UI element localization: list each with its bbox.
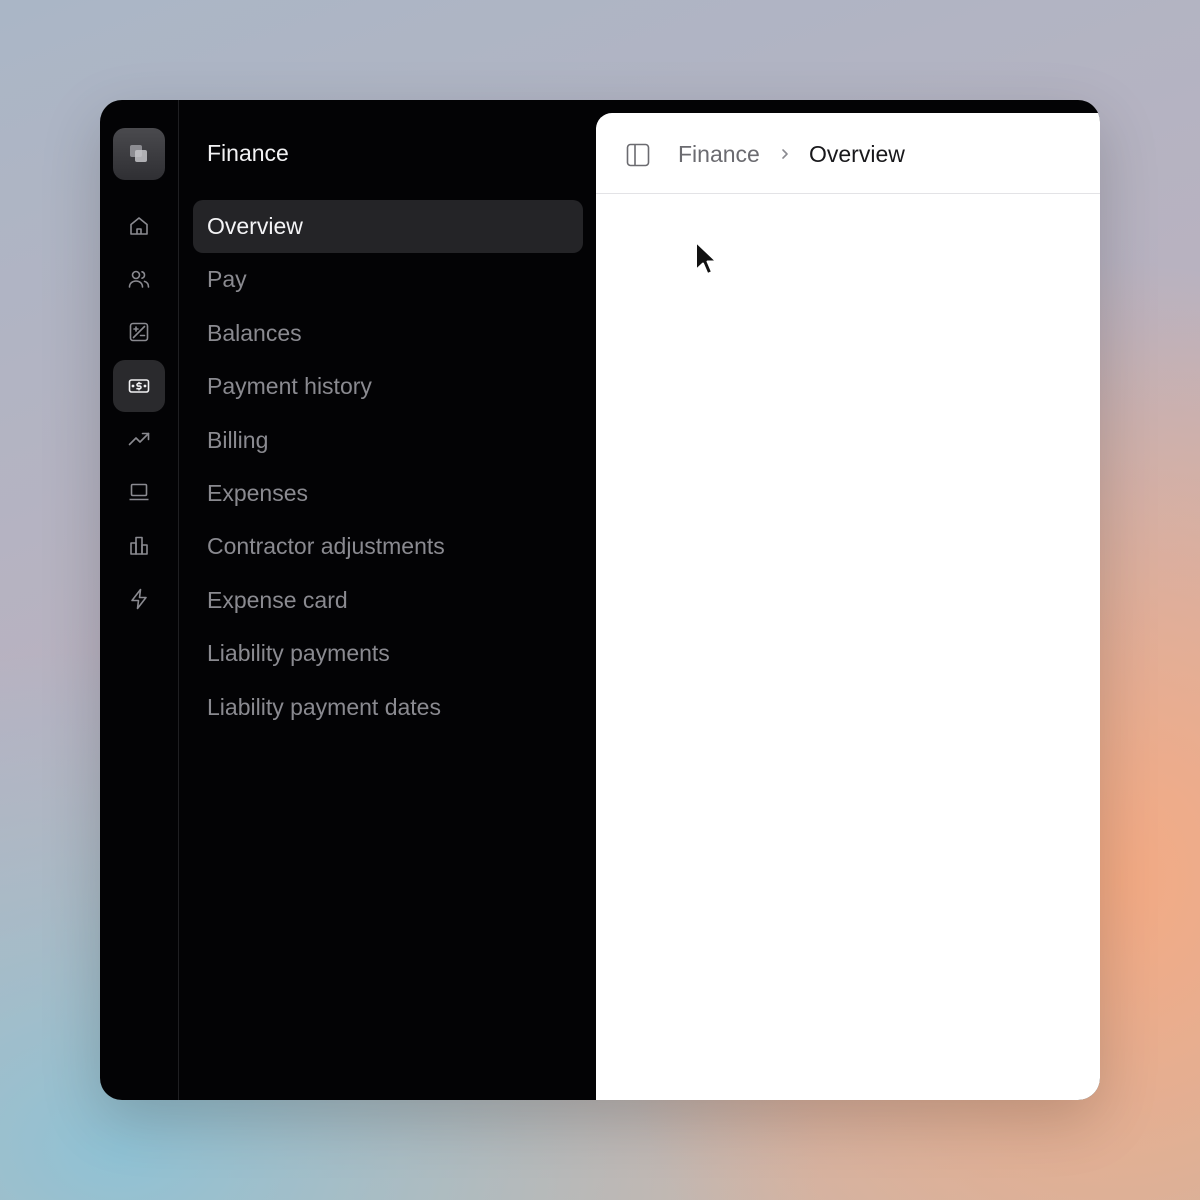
trending-up-icon — [128, 432, 150, 446]
logo-mark-front — [135, 150, 147, 162]
nav-item-liability-payment-dates[interactable]: Liability payment dates — [193, 681, 583, 734]
sidebar-toggle-icon[interactable] — [624, 141, 652, 169]
nav-item-overview[interactable]: Overview — [193, 200, 583, 253]
app-logo[interactable] — [113, 128, 165, 180]
rail-home-button[interactable] — [113, 200, 165, 252]
nav-item-expense-card[interactable]: Expense card — [193, 574, 583, 627]
rail-company-button[interactable] — [113, 520, 165, 572]
rail-adjustments-button[interactable] — [113, 306, 165, 358]
nav-item-payment-history[interactable]: Payment history — [193, 360, 583, 413]
home-icon — [130, 217, 148, 235]
finance-subnav: Finance Overview Pay Balances Payment hi… — [179, 100, 596, 1100]
lightning-icon — [131, 588, 147, 610]
rail-finance-button[interactable] — [113, 360, 165, 412]
laptop-icon — [129, 483, 149, 501]
breadcrumb-parent[interactable]: Finance — [678, 139, 760, 169]
building-icon — [130, 536, 148, 555]
nav-item-balances[interactable]: Balances — [193, 307, 583, 360]
rail-automations-button[interactable] — [113, 573, 165, 625]
nav-item-liability-payments[interactable]: Liability payments — [193, 627, 583, 680]
section-title: Finance — [207, 140, 289, 166]
app-window: Finance Overview Pay Balances Payment hi… — [100, 100, 1100, 1100]
breadcrumb-current: Overview — [809, 141, 905, 167]
rail-reports-button[interactable] — [113, 413, 165, 465]
nav-item-expenses[interactable]: Expenses — [193, 467, 583, 520]
nav-item-contractor-adjustments[interactable]: Contractor adjustments — [193, 520, 583, 573]
main-content: Finance Overview — [596, 113, 1100, 1100]
chevron-right-icon — [782, 149, 788, 159]
people-icon — [128, 270, 150, 288]
top-bar: Finance Overview — [596, 113, 1100, 194]
rail-people-button[interactable] — [113, 253, 165, 305]
nav-item-billing[interactable]: Billing — [193, 414, 583, 467]
mouse-pointer-icon — [695, 241, 718, 275]
rail-devices-button[interactable] — [113, 466, 165, 518]
dollar-bill-icon — [128, 379, 150, 393]
icon-rail — [100, 100, 179, 1100]
nav-item-pay[interactable]: Pay — [193, 253, 583, 306]
plus-minus-icon — [129, 322, 149, 342]
